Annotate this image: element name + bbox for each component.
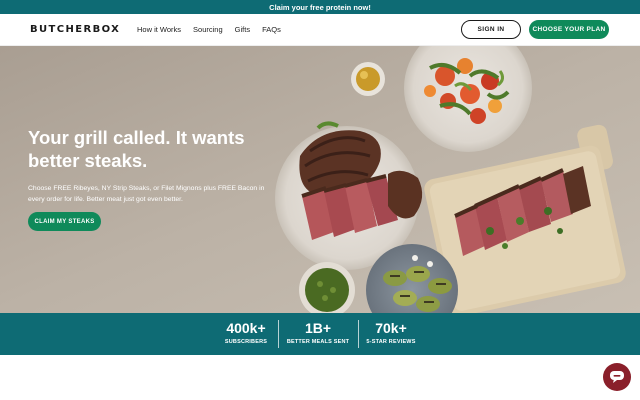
promo-text[interactable]: Claim your free protein now! bbox=[269, 3, 371, 12]
claim-steaks-button[interactable]: CLAIM MY STEAKS bbox=[28, 212, 101, 231]
nav-how-it-works[interactable]: How it Works bbox=[137, 25, 181, 34]
stat-value: 400k+ bbox=[226, 320, 266, 336]
sign-in-button[interactable]: SIGN IN bbox=[461, 20, 521, 39]
butcherbox-logo[interactable]: BUTCHERBOX bbox=[30, 24, 120, 35]
stat-label: 5-STAR REVIEWS bbox=[366, 339, 416, 345]
hero-subtitle: Choose FREE Ribeyes, NY Strip Steaks, or… bbox=[28, 185, 265, 203]
chat-bubble-icon bbox=[610, 371, 624, 383]
nav-gifts[interactable]: Gifts bbox=[235, 25, 250, 34]
stat-divider bbox=[278, 320, 279, 348]
site-header: BUTCHERBOX How it Works Sourcing Gifts F… bbox=[0, 14, 640, 46]
stat-label: SUBSCRIBERS bbox=[224, 339, 268, 345]
stat-value: 70k+ bbox=[375, 320, 407, 336]
choose-plan-button[interactable]: CHOOSE YOUR PLAN bbox=[529, 20, 609, 39]
stat-divider bbox=[358, 320, 359, 348]
nav-sourcing[interactable]: Sourcing bbox=[193, 25, 223, 34]
stat-label: BETTER MEALS SENT bbox=[286, 339, 350, 345]
stat-meals: 1B+ BETTER MEALS SENT bbox=[283, 320, 353, 345]
stat-subscribers: 400k+ SUBSCRIBERS bbox=[218, 320, 274, 345]
promo-banner[interactable]: Claim your free protein now! bbox=[0, 0, 640, 14]
nav-faqs[interactable]: FAQs bbox=[262, 25, 281, 34]
main-nav: How it Works Sourcing Gifts FAQs bbox=[137, 25, 281, 34]
hero-section: Your grill called. It wants better steak… bbox=[0, 46, 640, 313]
stats-bar: 400k+ SUBSCRIBERS 1B+ BETTER MEALS SENT … bbox=[0, 313, 640, 355]
stat-value: 1B+ bbox=[304, 320, 332, 336]
hero-title: Your grill called. It wants better steak… bbox=[28, 127, 245, 171]
chat-button[interactable] bbox=[603, 363, 631, 391]
hero-food-image bbox=[0, 46, 640, 313]
stat-reviews: 70k+ 5-STAR REVIEWS bbox=[362, 320, 420, 345]
